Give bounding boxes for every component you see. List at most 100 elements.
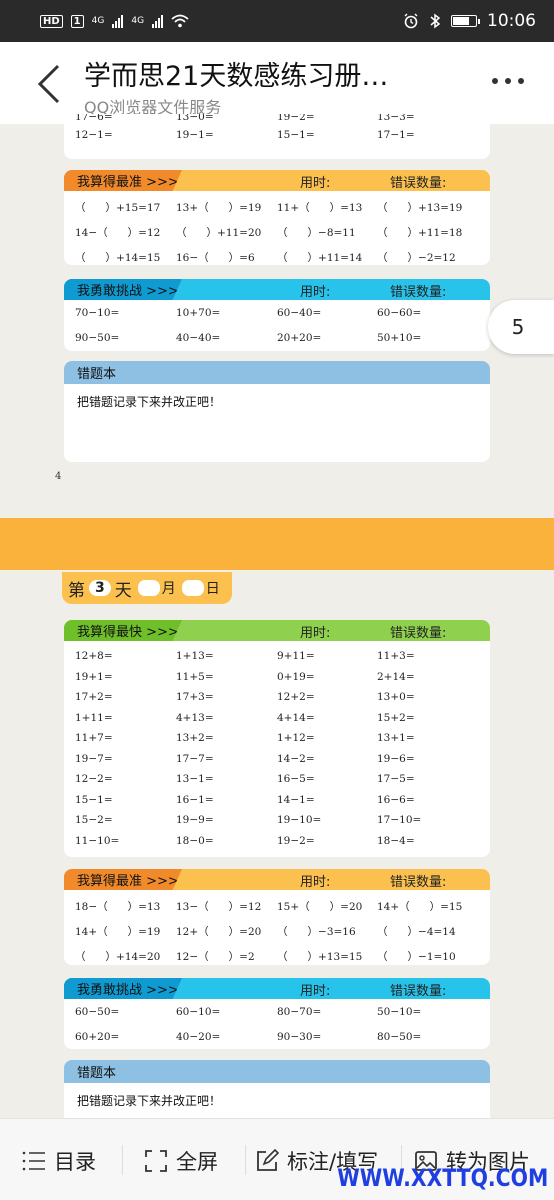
exercise-item: 18−0= [176,834,214,847]
exercise-item: （ ）+11=18 [377,227,463,239]
exercise-item: 13+2= [176,732,214,744]
exercise-item: 18−4= [377,834,415,847]
exercise-item: 14+（ ）=15 [377,901,463,913]
month-label: 月 [161,581,176,597]
exercise-item: （ ）−8=11 [277,227,356,239]
exercise-item: 12+（ ）=20 [176,926,262,938]
exercise-item: 20+20= [277,332,322,344]
exercise-item: 16−1= [176,793,214,806]
exercise-item: 12−2= [75,773,113,785]
exercise-item: 50+10= [377,332,422,344]
card-header: 我算得最准 >>> 用时: 错误数量: [64,170,490,191]
exercise-item: 11+3= [377,650,415,662]
error-count-label: 错误数量: [390,626,447,641]
battery-icon [451,15,480,27]
exercise-item: 19−6= [377,752,415,765]
hd-badge: HD [40,14,63,28]
exercise-item: 4+13= [176,711,214,724]
card-title: 错题本 [77,367,117,382]
day-prefix: 第 [68,580,85,601]
exercise-item: 40−20= [176,1031,221,1043]
exercise-item: 11−10= [75,834,120,847]
exercise-item: 14−1= [277,793,315,806]
card-title: 我勇敢挑战 >>> [64,279,182,300]
exercise-item: 15−2= [75,814,113,826]
time-label: 用时: [300,626,331,641]
exercise-item: 1+13= [176,650,214,662]
error-count-label: 错误数量: [390,176,447,191]
exercise-item: 80−50= [377,1031,422,1043]
exercise-item: 19−10= [277,814,322,826]
bluetooth-icon [430,13,441,29]
fast-card: 我算得最快 >>> 用时: 错误数量: 12+8= 1+13= 9+11= 11+3=… [64,620,490,857]
exercise-item: 10+70= [176,307,221,319]
exercise-item: 13−3= [377,114,415,123]
exercise-item: 9+11= [277,650,315,662]
card-header: 我算得最准 >>> 用时: 错误数量: [64,869,490,890]
network-4g-label: 4G [91,16,105,26]
exercise-item: 60−60= [377,307,422,319]
fullscreen-button[interactable]: 全屏 [144,1146,218,1176]
card-header: 错题本 [64,361,490,384]
mistakes-note: 把错题记录下来并改正吧！ [77,1094,222,1108]
status-bar: HD 1 4G 4G 10:06 [0,0,554,42]
current-page-indicator[interactable]: 5 [488,300,554,354]
title-bar: 学而思21天数感练习册… QQ浏览器文件服务 [0,42,554,124]
signal-icon-2 [152,14,164,28]
exercise-item: 19−1= [176,129,214,141]
page-separator [0,518,554,570]
exercise-item: 60+20= [75,1031,120,1043]
exercise-item: 0+19= [277,670,315,683]
time-label: 用时: [300,176,331,191]
time-label: 用时: [300,984,331,999]
exercise-item: 14−（ ）=12 [75,227,161,239]
exercise-item: 15−1= [75,793,113,806]
day-header: 第 3 天 月 日 [62,572,232,604]
exercise-item: （ ）−4=14 [377,926,456,938]
exercise-item: 60−10= [176,1006,221,1018]
card-header: 我算得最快 >>> 用时: 错误数量: [64,620,490,641]
card-header: 我勇敢挑战 >>> 用时: 错误数量: [64,978,490,999]
error-count-label: 错误数量: [390,285,447,300]
exercise-item: 11+7= [75,732,113,744]
exercise-item: 17+3= [176,691,214,703]
time-label: 用时: [300,285,331,300]
card-title: 我算得最快 >>> [64,620,182,641]
exercise-item: 19+1= [75,670,113,683]
card-title: 错题本 [77,1066,117,1081]
exercise-item: （ ）+11=14 [277,252,363,264]
exercise-item: 60−40= [277,307,322,319]
exercise-item: 60−50= [75,1006,120,1018]
exercise-item: 12−（ ）=2 [176,951,255,963]
network-4g-label-2: 4G [131,16,145,26]
error-count-label: 错误数量: [390,984,447,999]
exercise-item: 13+0= [377,691,415,703]
exercise-item: 12−1= [75,129,113,141]
exercise-item: 11+5= [176,670,214,683]
edit-icon [257,1149,279,1171]
exercise-item: （ ）−3=16 [277,926,356,938]
exercise-item: 17−7= [176,752,214,765]
exercise-item: 12+8= [75,650,113,662]
exercise-item: 11+（ ）=13 [277,202,363,214]
page-number: 4 [55,471,62,482]
exercise-item: 80−70= [277,1006,322,1018]
catalog-button[interactable]: 目录 [22,1146,96,1176]
exercise-item: 14+（ ）=19 [75,926,161,938]
exercise-item: 15−1= [277,129,315,141]
list-icon [22,1151,45,1171]
time-label: 用时: [300,875,331,890]
exercise-item: 40−40= [176,332,221,344]
exercise-item: 17−5= [377,773,415,785]
exercise-item: 17−1= [377,129,415,141]
exercise-item: 19−2= [277,114,315,123]
bottom-toolbar: 目录 全屏 标注/填写 转为图片 WWW.XXTTQ.COM [0,1118,554,1200]
fast-card-partial: 17−6= 13−0= 19−2= 13−3= 12−1= 19−1= 15−1… [64,114,490,159]
sim-badge: 1 [70,14,84,28]
watermark-text: WWW.XXTTQ.COM [336,1164,548,1192]
exercise-item: 13−1= [176,773,214,785]
exercise-item: 90−30= [277,1031,322,1043]
back-arrow-icon[interactable] [30,64,70,104]
more-options-icon[interactable] [492,78,524,84]
exercise-item: 12+2= [277,691,315,703]
